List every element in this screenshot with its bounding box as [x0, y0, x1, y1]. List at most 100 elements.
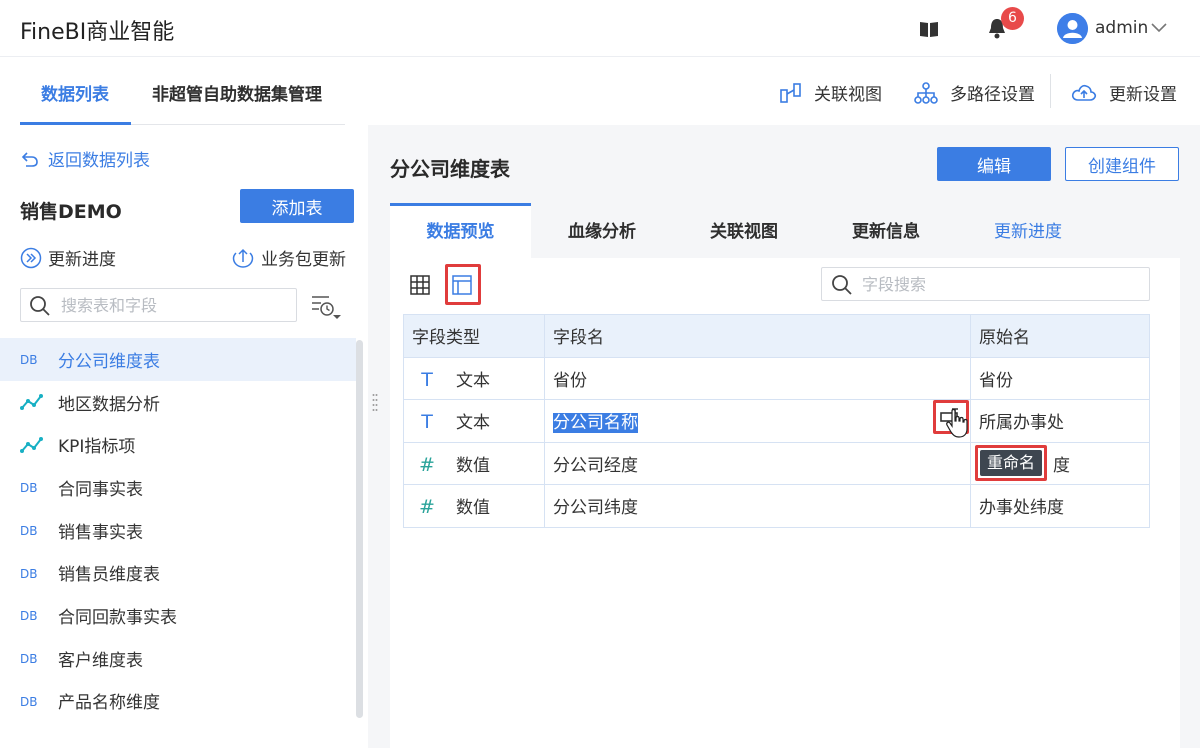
app-header: FineBI商业智能 6 admin: [0, 0, 1200, 57]
selected-field-name[interactable]: 分公司名称: [553, 413, 638, 434]
book-icon[interactable]: [918, 18, 940, 40]
svg-text:DB: DB: [20, 652, 37, 664]
table-item-label: KPI指标项: [58, 437, 136, 458]
page-title: 分公司维度表: [390, 157, 510, 181]
package-update-button[interactable]: 业务包更新: [231, 245, 346, 270]
update-progress-label: 更新进度: [48, 250, 116, 270]
table-item-label: 产品名称维度: [58, 693, 160, 714]
notification-badge: 6: [1001, 7, 1024, 30]
field-search-input[interactable]: [862, 272, 1142, 296]
create-component-button[interactable]: 创建组件: [1065, 147, 1179, 181]
header-original-name: 原始名: [970, 314, 1150, 358]
search-icon: [832, 275, 852, 295]
update-settings-button[interactable]: 更新设置: [1071, 80, 1177, 105]
sidebar-scrollbar[interactable]: [356, 340, 363, 718]
tab-lineage-analysis[interactable]: 血缘分析: [531, 203, 673, 258]
package-title: 销售DEMO: [20, 201, 122, 223]
self-service-dataset-icon: [20, 393, 46, 411]
table-item-salesperson-dimension[interactable]: DB 销售员维度表: [0, 551, 356, 594]
tab-data-list[interactable]: 数据列表: [41, 80, 109, 105]
table-item-label: 分公司维度表: [58, 351, 160, 372]
avatar[interactable]: [1057, 13, 1088, 44]
text-type-icon: T: [421, 368, 433, 391]
table-row: # 数值 分公司纬度 办事处纬度: [403, 484, 1150, 528]
brand-title: FineBI商业智能: [20, 20, 175, 45]
package-update-label: 业务包更新: [261, 250, 346, 270]
table-item-customer-dimension[interactable]: DB 客户维度表: [0, 637, 356, 680]
svg-text:DB: DB: [20, 567, 37, 579]
filter-sort-icon[interactable]: [311, 293, 341, 321]
panel-splitter[interactable]: [368, 125, 388, 748]
table-item-sales-fact[interactable]: DB 销售事实表: [0, 509, 356, 552]
field-table: 字段类型 字段名 原始名 T 文本 省份 省份 T 文本 分公司名称 所属办事处 #…: [403, 314, 1150, 528]
header-field-type: 字段类型: [403, 314, 545, 358]
field-type-label: 文本: [456, 413, 490, 434]
hand-cursor-icon: [946, 408, 968, 438]
table-search-box[interactable]: [20, 288, 297, 322]
number-type-icon: #: [419, 453, 435, 476]
back-label: 返回数据列表: [48, 151, 150, 171]
relation-view-button[interactable]: 关联视图: [780, 80, 882, 105]
table-header-row: 字段类型 字段名 原始名: [403, 314, 1150, 358]
field-type-label: 数值: [456, 455, 490, 476]
original-name-cell: 省份: [970, 356, 1150, 400]
tab-non-admin-dataset[interactable]: 非超管自助数据集管理: [152, 80, 322, 105]
username[interactable]: admin: [1095, 18, 1148, 38]
db-icon: DB: [20, 567, 46, 579]
field-type-label: 文本: [456, 370, 490, 391]
search-icon: [30, 296, 50, 316]
svg-text:DB: DB: [20, 524, 37, 536]
chevron-down-icon[interactable]: [1150, 20, 1168, 34]
db-icon: DB: [20, 609, 46, 621]
tab-update-progress[interactable]: 更新进度: [957, 203, 1099, 258]
field-search-box[interactable]: [821, 267, 1150, 301]
table-item-label: 销售事实表: [58, 522, 143, 543]
text-type-icon: T: [421, 411, 433, 434]
table-item-label: 合同事实表: [58, 479, 143, 500]
grid-view-icon[interactable]: [410, 275, 430, 295]
original-name-cell: 办事处纬度: [970, 484, 1150, 528]
db-icon: DB: [20, 481, 46, 493]
multipath-settings-button[interactable]: 多路径设置: [914, 80, 1035, 105]
field-list-view-icon[interactable]: [452, 275, 472, 295]
hierarchy-icon: [914, 81, 938, 104]
table-search-input[interactable]: [61, 293, 291, 317]
table-item-branch-dimension[interactable]: DB 分公司维度表: [0, 338, 356, 381]
table-item-region-analysis[interactable]: 地区数据分析: [0, 381, 356, 424]
double-chevron-circle-icon: [20, 247, 42, 268]
svg-text:DB: DB: [20, 609, 37, 621]
table-item-contract-fact[interactable]: DB 合同事实表: [0, 466, 356, 509]
update-settings-label: 更新设置: [1109, 85, 1177, 105]
table-row: T 文本 分公司名称 所属办事处: [403, 399, 1150, 443]
field-name-cell[interactable]: 分公司名称: [544, 399, 971, 443]
tab-relation-view[interactable]: 关联视图: [673, 203, 815, 258]
rename-tooltip: 重命名: [980, 450, 1042, 476]
table-item-label: 销售员维度表: [58, 565, 160, 586]
db-icon: DB: [20, 652, 46, 664]
drag-grip-icon[interactable]: [372, 392, 378, 412]
svg-text:DB: DB: [20, 695, 37, 707]
self-service-dataset-icon: [20, 436, 46, 454]
field-type-cell: # 数值: [403, 484, 545, 528]
table-item-product-name-dimension[interactable]: DB 产品名称维度: [0, 680, 356, 723]
add-table-button[interactable]: 添加表: [240, 189, 354, 223]
svg-text:DB: DB: [20, 353, 37, 365]
field-type-cell: # 数值: [403, 441, 545, 485]
edit-button[interactable]: 编辑: [937, 147, 1051, 181]
field-name-cell[interactable]: 省份: [544, 356, 971, 400]
tab-data-preview[interactable]: 数据预览: [390, 203, 531, 258]
field-name-cell[interactable]: 分公司纬度: [544, 484, 971, 528]
back-to-data-list[interactable]: 返回数据列表: [20, 146, 150, 171]
cloud-icon: [1071, 84, 1097, 101]
field-type-cell: T 文本: [403, 399, 545, 443]
field-name-cell[interactable]: 分公司经度: [544, 441, 971, 485]
relation-view-icon: [780, 82, 801, 103]
update-progress-button[interactable]: 更新进度: [20, 245, 116, 270]
table-item-kpi[interactable]: KPI指标项: [0, 423, 356, 466]
original-name-cell: 所属办事处: [970, 399, 1150, 443]
tab-update-info[interactable]: 更新信息: [815, 203, 957, 258]
table-item-label: 客户维度表: [58, 650, 143, 671]
multipath-settings-label: 多路径设置: [950, 85, 1035, 105]
table-item-contract-payment-fact[interactable]: DB 合同回款事实表: [0, 594, 356, 637]
number-type-icon: #: [419, 496, 435, 519]
